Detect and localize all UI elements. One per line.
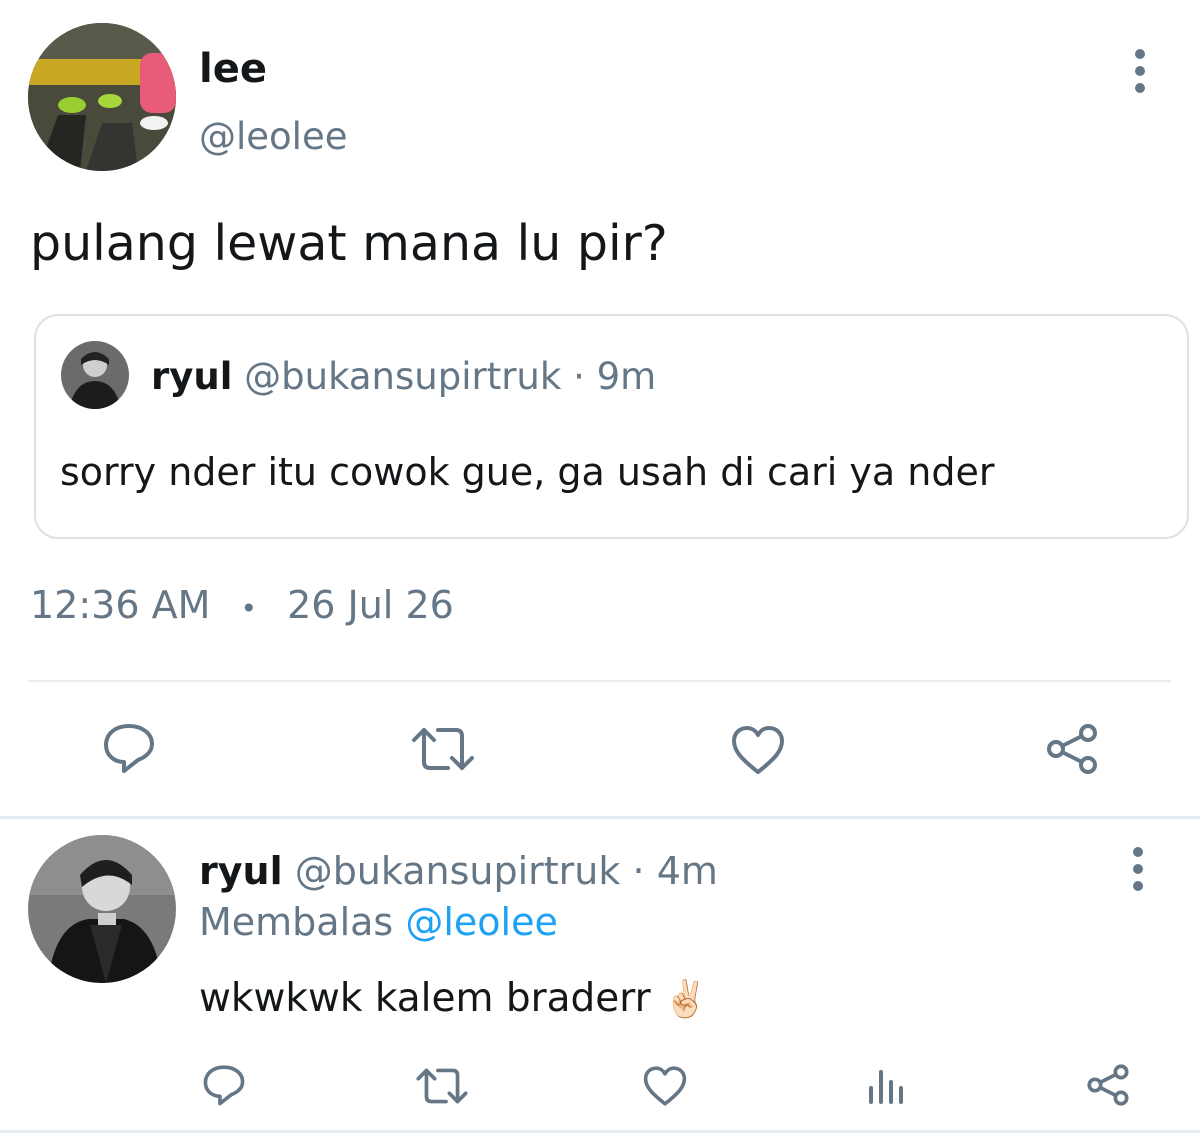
victory-hand-emoji: ✌🏻 xyxy=(663,979,708,1020)
reply-avatar-photo xyxy=(28,835,176,983)
avatar-photo xyxy=(28,23,176,171)
section-divider xyxy=(0,816,1200,819)
reply-retweet-icon[interactable] xyxy=(415,1067,469,1105)
quote-separator: · xyxy=(573,355,585,398)
reply-text: wkwkwk kalem braderr xyxy=(199,976,651,1021)
replying-to-label: Membalas xyxy=(199,900,394,944)
reply-icon[interactable] xyxy=(102,722,156,774)
share-icon[interactable] xyxy=(1044,722,1100,776)
quote-age: 9m xyxy=(596,355,657,398)
date-separator: • xyxy=(240,592,257,625)
quote-avatar xyxy=(61,341,129,409)
like-icon[interactable] xyxy=(730,724,786,776)
retweet-icon[interactable] xyxy=(410,726,476,772)
author-name[interactable]: lee xyxy=(199,44,267,94)
avatar[interactable] xyxy=(28,23,176,171)
reply-age: 4m xyxy=(656,849,718,893)
reply-author-name[interactable]: ryul xyxy=(199,849,283,893)
quote-author-name: ryul xyxy=(151,355,233,398)
quote-author-handle: @bukansupirtruk xyxy=(244,355,562,398)
quote-text: sorry nder itu cowok gue, ga usah di car… xyxy=(60,450,995,494)
replying-to-link[interactable]: @leolee xyxy=(405,900,558,944)
tweet-date: 26 Jul 26 xyxy=(287,583,454,627)
reply-more-options-icon[interactable] xyxy=(1118,837,1158,897)
reply-separator: · xyxy=(632,849,645,893)
analytics-icon[interactable] xyxy=(866,1066,906,1106)
reply-author-handle[interactable]: @bukansupirtruk xyxy=(295,849,621,893)
author-handle[interactable]: @leolee xyxy=(199,114,348,160)
divider xyxy=(28,680,1171,682)
reply-reply-icon[interactable] xyxy=(202,1064,246,1106)
reply-like-icon[interactable] xyxy=(642,1065,688,1107)
reply-share-icon[interactable] xyxy=(1085,1063,1131,1107)
tweet-text: pulang lewat mana lu pir? xyxy=(30,215,668,272)
tweet-time: 12:36 AM xyxy=(30,583,211,627)
quote-avatar-photo xyxy=(61,341,129,409)
quoted-tweet-card[interactable]: ryul @bukansupirtruk · 9m sorry nder itu… xyxy=(34,314,1189,539)
reply-avatar[interactable] xyxy=(28,835,176,983)
more-options-icon[interactable] xyxy=(1120,41,1160,101)
